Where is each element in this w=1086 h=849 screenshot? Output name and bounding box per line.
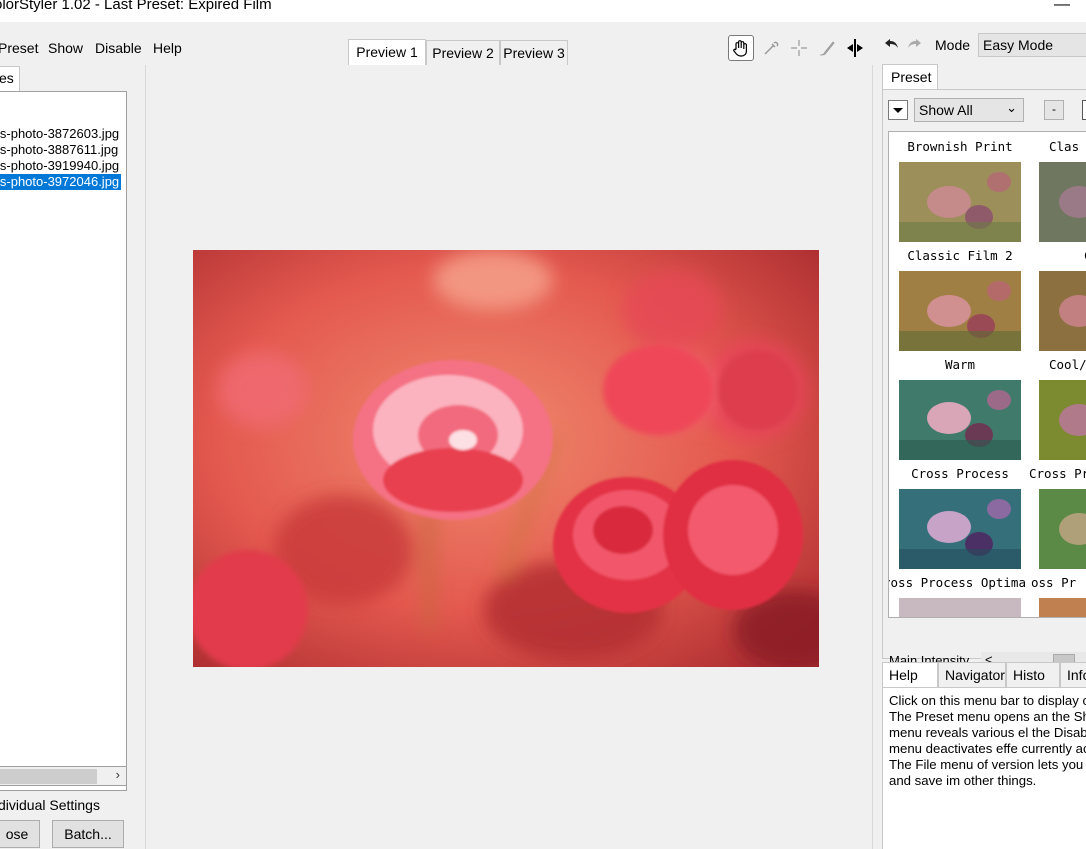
file-list[interactable]: ls-photo-3872603.jpg ls-photo-3887611.jp…	[0, 91, 127, 791]
file-item-selected[interactable]: ls-photo-3972046.jpg	[0, 174, 122, 190]
tab-preview-3[interactable]: Preview 3	[500, 40, 568, 65]
preset-label: Clas	[1049, 139, 1080, 154]
preset-grid[interactable]: Brownish Print Clas Classic Film 2 C War…	[888, 131, 1086, 618]
close-button[interactable]: ose	[0, 820, 40, 848]
tab-preview-1[interactable]: Preview 1	[348, 39, 426, 65]
menu-disable[interactable]: Disable	[95, 40, 142, 56]
view-toggle-button[interactable]	[1082, 100, 1086, 120]
undo-icon[interactable]	[884, 36, 900, 55]
menu-show[interactable]: Show	[48, 40, 83, 56]
file-item[interactable]: ls-photo-3919940.jpg	[0, 158, 121, 174]
title-bar: olorStyler 1.02 - Last Preset: Expired F…	[0, 0, 1086, 22]
hand-icon[interactable]	[728, 35, 754, 61]
preset-thumb[interactable]	[1039, 598, 1086, 617]
preview-image[interactable]	[193, 250, 819, 667]
tab-info[interactable]: Info	[1060, 662, 1086, 688]
chevron-down-icon: ⌄	[1006, 100, 1017, 115]
redo-icon[interactable]	[906, 36, 922, 55]
preset-thumb-cross-process-optimal[interactable]	[899, 598, 1021, 617]
mode-bar: Mode Easy Mode	[880, 32, 1086, 60]
preset-label: oss Pr	[1031, 575, 1077, 590]
minimize-button[interactable]: —	[1054, 0, 1070, 14]
window-title: olorStyler 1.02 - Last Preset: Expired F…	[0, 0, 272, 13]
brush-icon[interactable]	[814, 35, 840, 61]
preset-body: Show All ⌄ - Brownish Print Clas Classic…	[882, 89, 1086, 670]
preset-thumb-brownish-print[interactable]	[899, 162, 1021, 242]
preset-thumb-cross-process-2[interactable]	[1039, 489, 1086, 569]
help-content: Click on this menu bar to display c item…	[882, 687, 1086, 849]
individual-settings-label[interactable]: dividual Settings	[0, 797, 100, 813]
crosshair-icon[interactable]	[786, 35, 812, 61]
menu-help[interactable]: Help	[153, 40, 182, 56]
mode-label: Mode	[935, 37, 971, 53]
flower-photo	[193, 250, 819, 667]
help-panel: Help Navigator Histo Info Click on this …	[880, 662, 1086, 849]
preset-label: ross Process Optima	[888, 575, 1026, 590]
preset-panel: Preset Show All ⌄ - Brownish Print Clas …	[880, 64, 1086, 670]
files-tab[interactable]: es	[0, 66, 20, 92]
preset-thumb[interactable]	[1039, 271, 1086, 351]
batch-button[interactable]: Batch...	[52, 820, 124, 848]
preset-filter-select[interactable]: Show All ⌄	[914, 98, 1024, 122]
minus-button[interactable]: -	[1044, 100, 1064, 120]
preset-thumb-cool[interactable]	[1039, 380, 1086, 460]
preset-label: Warm	[944, 357, 976, 372]
split-view-icon[interactable]	[842, 35, 868, 61]
preset-label: Cross Process	[911, 466, 1009, 481]
tab-histogram[interactable]: Histo	[1006, 662, 1060, 688]
preset-label: Brownish Print	[907, 139, 1013, 154]
preset-thumb-classic-film-2[interactable]	[899, 271, 1021, 351]
preset-filter-value: Show All	[919, 102, 973, 118]
preset-label: Classic Film 2	[907, 248, 1013, 263]
preset-thumb-cross-process[interactable]	[899, 489, 1021, 569]
tab-navigator[interactable]: Navigator	[938, 662, 1006, 688]
preset-thumb-classic[interactable]	[1039, 162, 1086, 242]
help-text: Click on this menu bar to display c item…	[889, 693, 1086, 788]
menu-preset[interactable]: Preset	[0, 40, 38, 56]
file-panel: es ls-photo-3872603.jpg ls-photo-3887611…	[0, 66, 140, 849]
tab-help[interactable]: Help	[882, 662, 938, 688]
tab-preview-2[interactable]: Preview 2	[426, 40, 500, 65]
file-item[interactable]: ls-photo-3872603.jpg	[0, 126, 121, 142]
preset-menu-dropdown-icon[interactable]	[888, 100, 908, 120]
file-list-scrollbar[interactable]: ›	[0, 766, 127, 786]
preset-label: Cross Pr	[1029, 466, 1086, 481]
eyedropper-icon[interactable]	[758, 35, 784, 61]
tab-preset[interactable]: Preset	[882, 64, 938, 90]
scrollbar-thumb[interactable]	[0, 769, 97, 784]
preset-thumb-warm[interactable]	[899, 380, 1021, 460]
file-item[interactable]: ls-photo-3887611.jpg	[0, 142, 120, 158]
preset-label: Cool/	[1049, 357, 1086, 372]
mode-select[interactable]: Easy Mode	[978, 33, 1086, 57]
scroll-right-icon[interactable]: ›	[116, 767, 120, 782]
